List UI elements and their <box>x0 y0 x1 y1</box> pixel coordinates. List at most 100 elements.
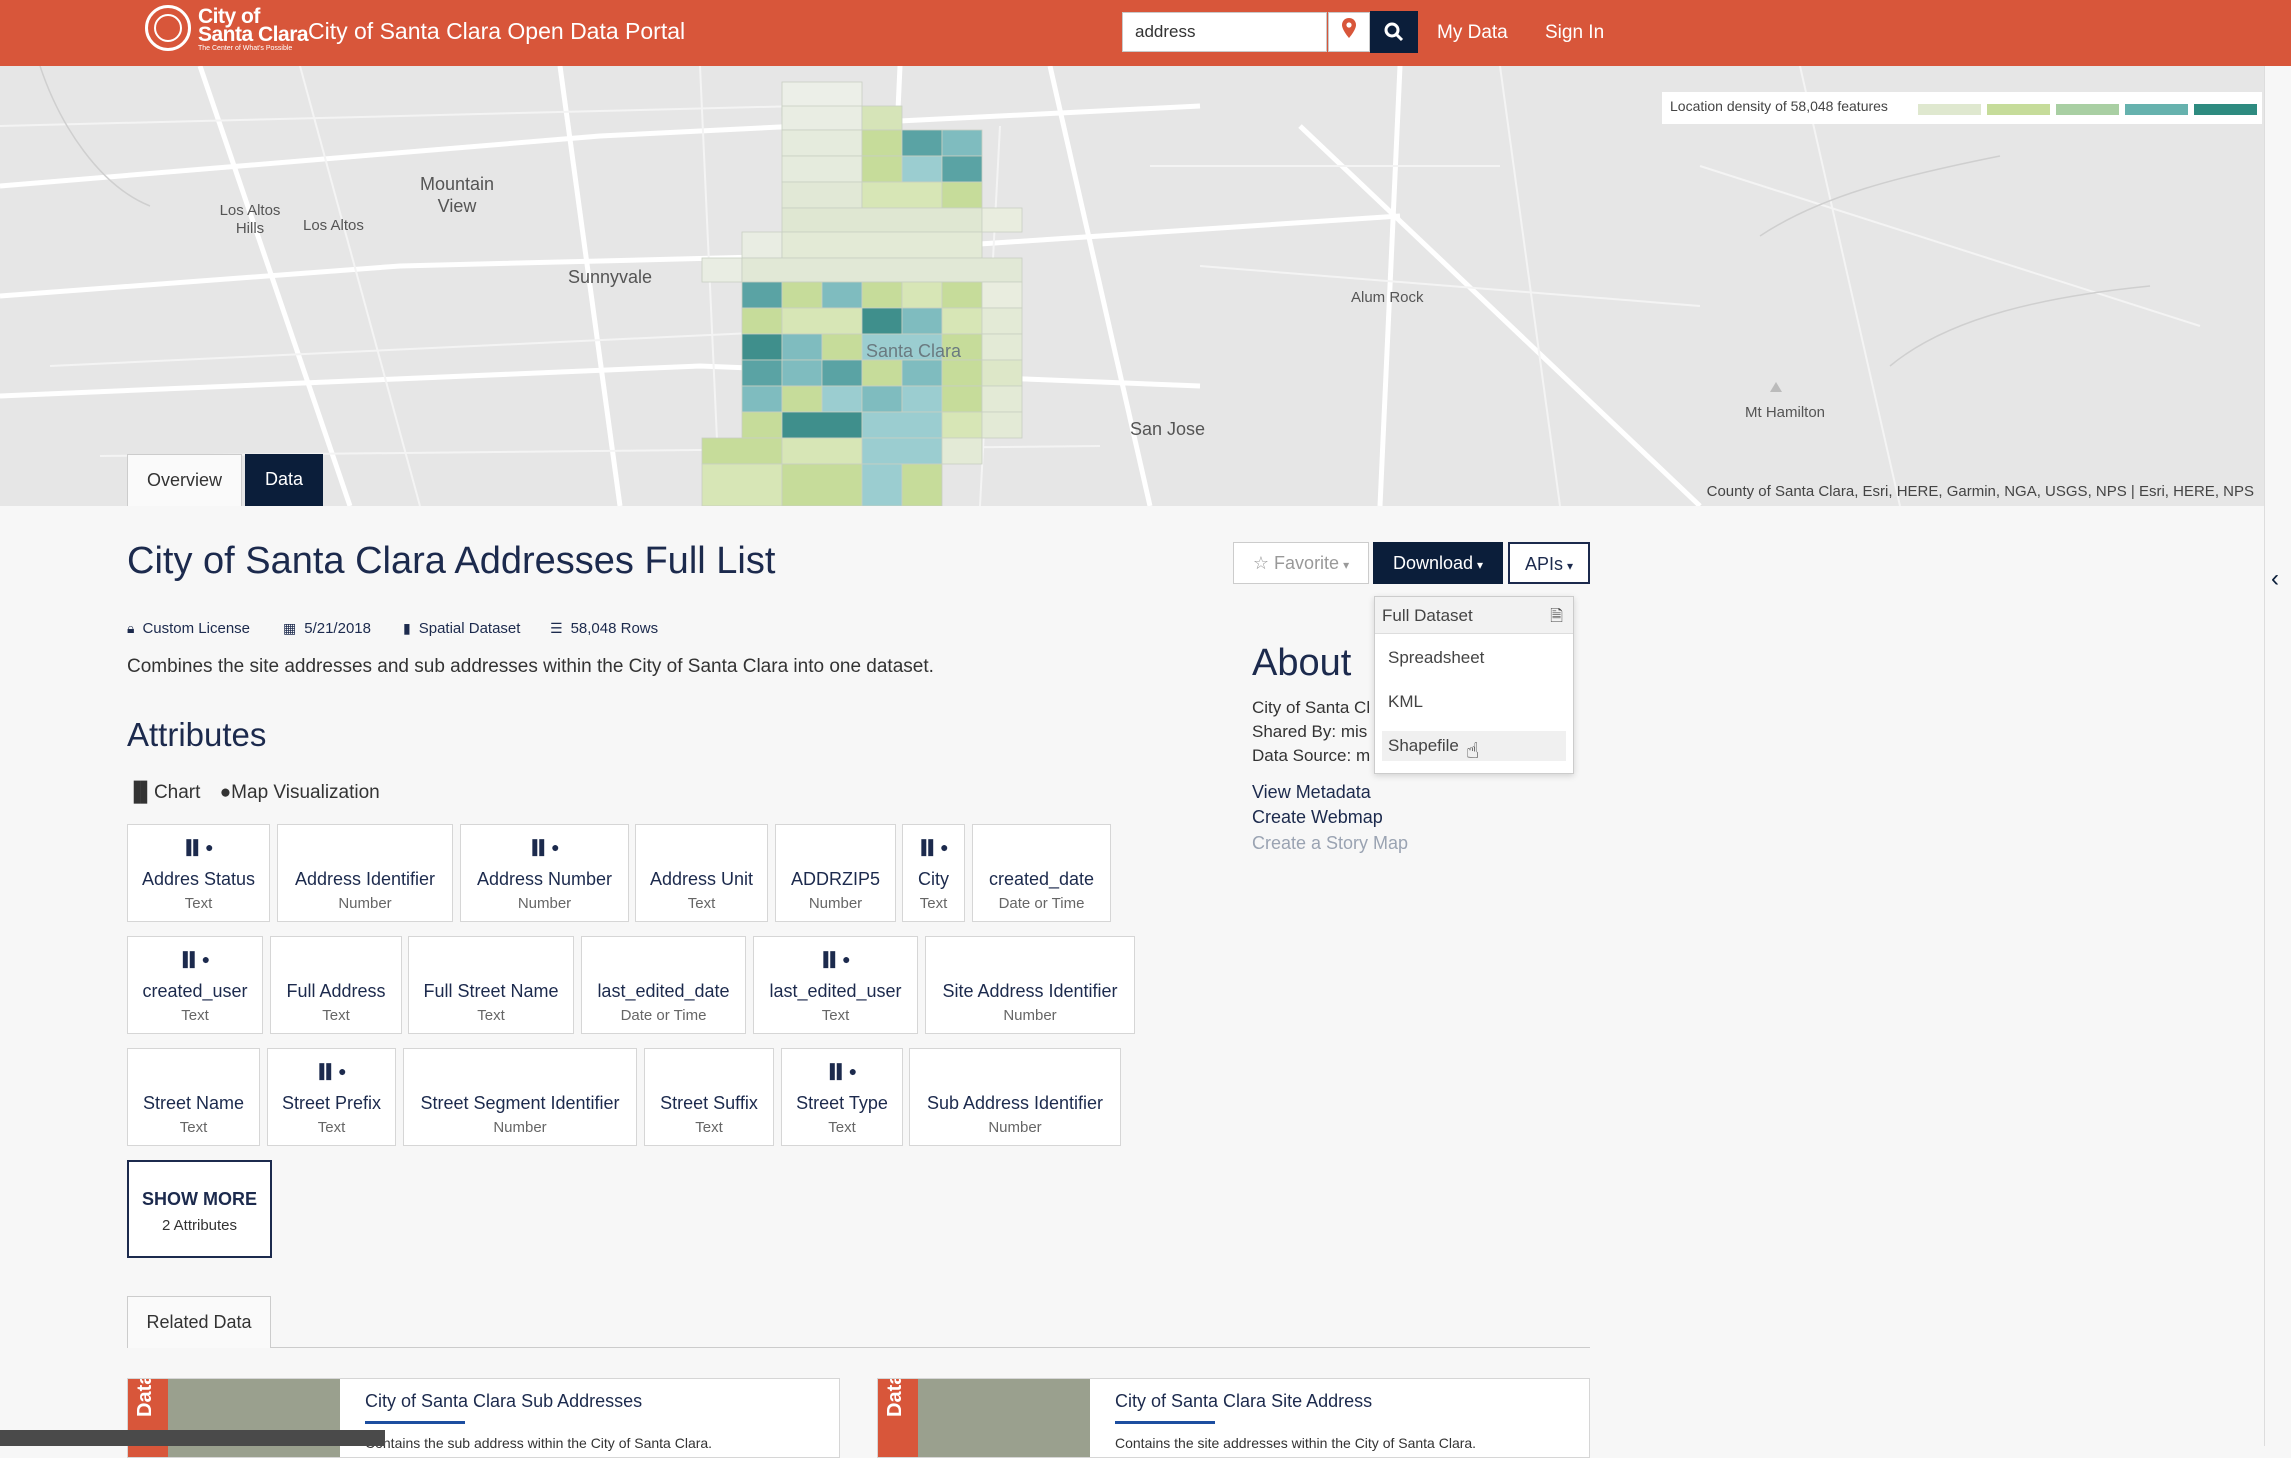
status-bar <box>0 1430 385 1446</box>
chart-icon: ▐▌ <box>127 782 154 803</box>
attribute-card[interactable]: ▐▌● Street Prefix Text <box>267 1048 396 1146</box>
attribute-card[interactable]: ▐▌● City Text <box>902 824 965 922</box>
attribute-card[interactable]: created_date Date or Time <box>972 824 1111 922</box>
about-data-source: Data Source: m <box>1252 746 1371 765</box>
about-summary: City of Santa Cl <box>1252 698 1371 717</box>
related-card[interactable]: Data City of Santa Clara Sub Addresses C… <box>127 1378 840 1458</box>
related-title[interactable]: City of Santa Clara Site Address <box>1115 1391 1372 1412</box>
tab-related-data[interactable]: Related Data <box>127 1296 271 1348</box>
attributes-heading: Attributes <box>127 716 267 753</box>
title-underline <box>1115 1421 1215 1424</box>
my-data-link[interactable]: My Data <box>1437 22 1508 44</box>
attribute-card[interactable]: last_edited_date Date or Time <box>581 936 746 1034</box>
map-label-sunnyvale: Sunnyvale <box>568 267 653 287</box>
calendar-icon: ▦ <box>283 620 297 636</box>
caret-down-icon: ▾ <box>1477 558 1484 572</box>
sign-in-link[interactable]: Sign In <box>1545 22 1604 44</box>
map-attribution[interactable]: County of Santa Clara, Esri, HERE, Garmi… <box>1707 483 2254 500</box>
about-shared-by: Shared By: mis <box>1252 722 1368 741</box>
city-logo-tagline: The Center of What's Possible <box>198 45 293 52</box>
meta-type: ▮ Spatial Dataset <box>403 620 521 637</box>
legend-label: Location density of 58,048 features <box>1670 98 1888 114</box>
show-more-button[interactable]: SHOW MORE 2 Attributes <box>127 1160 272 1258</box>
meta-license: 🔒︎ Custom License <box>127 620 251 637</box>
map-label-santa-clara: Santa Clara <box>866 341 962 361</box>
chart-map-icon: ▐▌● <box>818 951 853 967</box>
attribute-card[interactable]: Address Identifier Number <box>277 824 453 922</box>
legend-swatch-2 <box>1987 104 2050 115</box>
city-logo-wordmark[interactable]: City of Santa Clara <box>198 6 309 45</box>
chart-map-icon: ▐▌● <box>181 839 216 855</box>
dataset-description: Combines the site addresses and sub addr… <box>127 656 934 677</box>
favorite-button[interactable]: ☆ Favorite ▾ <box>1233 542 1369 584</box>
data-flag: Data <box>878 1379 918 1457</box>
top-header: City of Santa Clara The Center of What's… <box>0 0 2291 66</box>
create-story-map-link[interactable]: Create a Story Map <box>1252 833 1408 854</box>
related-description: Contains the sub address within the City… <box>365 1435 713 1451</box>
attribute-card[interactable]: Site Address Identifier Number <box>925 936 1135 1034</box>
chart-map-icon: ▐▌● <box>314 1063 349 1079</box>
view-metadata-link[interactable]: View Metadata <box>1252 782 1371 803</box>
attribute-card[interactable]: Full Address Text <box>270 936 402 1034</box>
legend-swatch-1 <box>1918 104 1981 115</box>
legend-swatch-3 <box>2056 104 2119 115</box>
attribute-card[interactable]: ▐▌● created_user Text <box>127 936 263 1034</box>
chart-map-icon: ▐▌● <box>177 951 213 967</box>
list-icon: ☰ <box>550 620 563 636</box>
download-kml[interactable]: KML <box>1382 687 1566 717</box>
search-input[interactable] <box>1122 12 1327 52</box>
create-webmap-link[interactable]: Create Webmap <box>1252 807 1383 828</box>
city-seal-icon[interactable] <box>145 5 191 51</box>
map-visualization-legend-label: Map Visualization <box>231 782 380 803</box>
density-map[interactable]: Los Altos Hills Los Altos Mountain View … <box>0 66 2264 506</box>
location-pin-icon[interactable] <box>1328 12 1370 52</box>
related-card[interactable]: Data City of Santa Clara Site Address Co… <box>877 1378 1590 1458</box>
attribute-card[interactable]: Street Suffix Text <box>644 1048 774 1146</box>
apis-button[interactable]: APIs ▾ <box>1508 542 1590 584</box>
map-legend: Location density of 58,048 features <box>1662 92 2262 124</box>
download-button[interactable]: Download ▾ <box>1373 542 1503 584</box>
file-icon: ▮ <box>403 620 411 636</box>
map-canvas <box>0 66 2201 506</box>
download-spreadsheet[interactable]: Spreadsheet <box>1382 643 1566 673</box>
map-label-mountain-view: Mountain View <box>419 174 495 216</box>
side-panel-strip <box>2264 66 2291 1446</box>
site-title[interactable]: City of Santa Clara Open Data Portal <box>308 18 685 45</box>
attribute-card[interactable]: Full Street Name Text <box>408 936 574 1034</box>
attribute-card[interactable]: Sub Address Identifier Number <box>909 1048 1121 1146</box>
chart-map-icon: ▐▌● <box>916 839 951 855</box>
attribute-card[interactable]: ▐▌● Addres Status Text <box>127 824 270 922</box>
caret-down-icon: ▾ <box>1566 559 1574 573</box>
search-button[interactable] <box>1370 11 1418 53</box>
map-label-los-altos-hills: Los Altos Hills <box>219 202 281 237</box>
download-menu-header[interactable]: Full Dataset 🗎︎ <box>1375 597 1573 634</box>
about-heading: About <box>1252 642 1352 684</box>
attribute-card[interactable]: ▐▌● Street Type Text <box>781 1048 903 1146</box>
chart-map-icon: ▐▌● <box>824 1063 860 1079</box>
attribute-card[interactable]: Street Segment Identifier Number <box>403 1048 637 1146</box>
tab-data[interactable]: Data <box>245 454 323 506</box>
chevron-left-icon[interactable]: ‹ <box>2262 565 2288 593</box>
meta-date: ▦ 5/21/2018 <box>283 620 371 637</box>
attribute-legend: ▐▌Chart ●Map Visualization <box>127 782 380 804</box>
attribute-card[interactable]: ADDRZIP5 Number <box>775 824 896 922</box>
chart-map-icon: ▐▌● <box>527 839 562 855</box>
chart-legend-label: Chart <box>153 782 201 803</box>
search-icon <box>1384 22 1404 42</box>
map-label-los-altos: Los Altos <box>303 217 364 234</box>
map-label-san-jose: San Jose <box>1130 419 1206 439</box>
tab-overview[interactable]: Overview <box>127 454 242 506</box>
document-icon: 🗎︎ <box>1550 608 1563 625</box>
attribute-card[interactable]: Address Unit Text <box>635 824 768 922</box>
attribute-card[interactable]: ▐▌● Address Number Number <box>460 824 629 922</box>
caret-down-icon: ▾ <box>1343 558 1350 572</box>
title-underline <box>365 1421 465 1424</box>
star-icon: ☆ <box>1252 553 1270 573</box>
related-title[interactable]: City of Santa Clara Sub Addresses <box>365 1391 642 1412</box>
attribute-card[interactable]: ▐▌● last_edited_user Text <box>753 936 918 1034</box>
attribute-card[interactable]: Street Name Text <box>127 1048 260 1146</box>
legend-swatch-5 <box>2194 104 2257 115</box>
dot-icon: ● <box>219 782 232 803</box>
map-label-alum-rock: Alum Rock <box>1351 289 1424 306</box>
meta-rows: ☰ 58,048 Rows <box>550 620 659 637</box>
